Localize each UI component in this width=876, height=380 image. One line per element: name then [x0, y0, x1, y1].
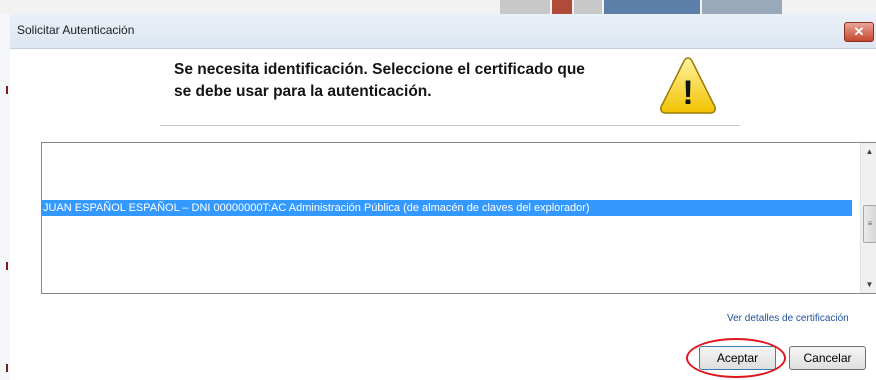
certificate-list[interactable]: JUAN ESPAÑOL ESPAÑOL – DNI 00000000T:AC …	[41, 142, 876, 294]
background-fragment	[552, 0, 572, 14]
certificate-label: JUAN ESPAÑOL ESPAÑOL – DNI 00000000T:AC …	[43, 202, 590, 214]
background-fragment	[702, 0, 782, 14]
close-icon: ✕	[853, 24, 865, 39]
background-fragment	[500, 0, 550, 14]
scroll-down-button[interactable]: ▼	[861, 276, 876, 293]
instruction-line-2: se debe usar para la autenticación.	[174, 83, 432, 100]
instruction-line-1: Se necesita identificación. Seleccione e…	[174, 61, 585, 78]
warning-glyph: !	[682, 74, 693, 112]
certificate-details-link[interactable]: Ver detalles de certificación	[727, 313, 849, 324]
background-fragment	[574, 0, 602, 14]
background-fragment	[6, 86, 8, 94]
scroll-thumb[interactable]: ≡	[863, 205, 876, 243]
scroll-up-button[interactable]: ▲	[861, 143, 876, 160]
authentication-dialog: Solicitar Autenticación ✕ Se necesita id…	[10, 14, 876, 380]
background-fragment	[6, 262, 8, 270]
grip-icon: ≡	[867, 219, 873, 228]
header-separator	[160, 125, 740, 126]
background-fragment	[604, 0, 700, 14]
certificate-list-item[interactable]: JUAN ESPAÑOL ESPAÑOL – DNI 00000000T:AC …	[42, 200, 852, 216]
cancel-button[interactable]: Cancelar	[789, 346, 866, 370]
triangle-down-icon: ▼	[865, 280, 874, 289]
title-bar[interactable]: Solicitar Autenticación ✕	[10, 14, 876, 49]
triangle-up-icon: ▲	[865, 147, 874, 156]
close-button[interactable]: ✕	[844, 22, 874, 42]
vertical-scrollbar[interactable]: ▲ ≡ ▼	[860, 143, 876, 293]
instruction-text: Se necesita identificación. Seleccione e…	[174, 59, 654, 103]
background-fragment	[6, 364, 8, 372]
accept-button[interactable]: Aceptar	[699, 346, 776, 370]
warning-icon: !	[660, 57, 716, 114]
background-window-strip	[0, 0, 876, 14]
dialog-title: Solicitar Autenticación	[17, 23, 135, 37]
